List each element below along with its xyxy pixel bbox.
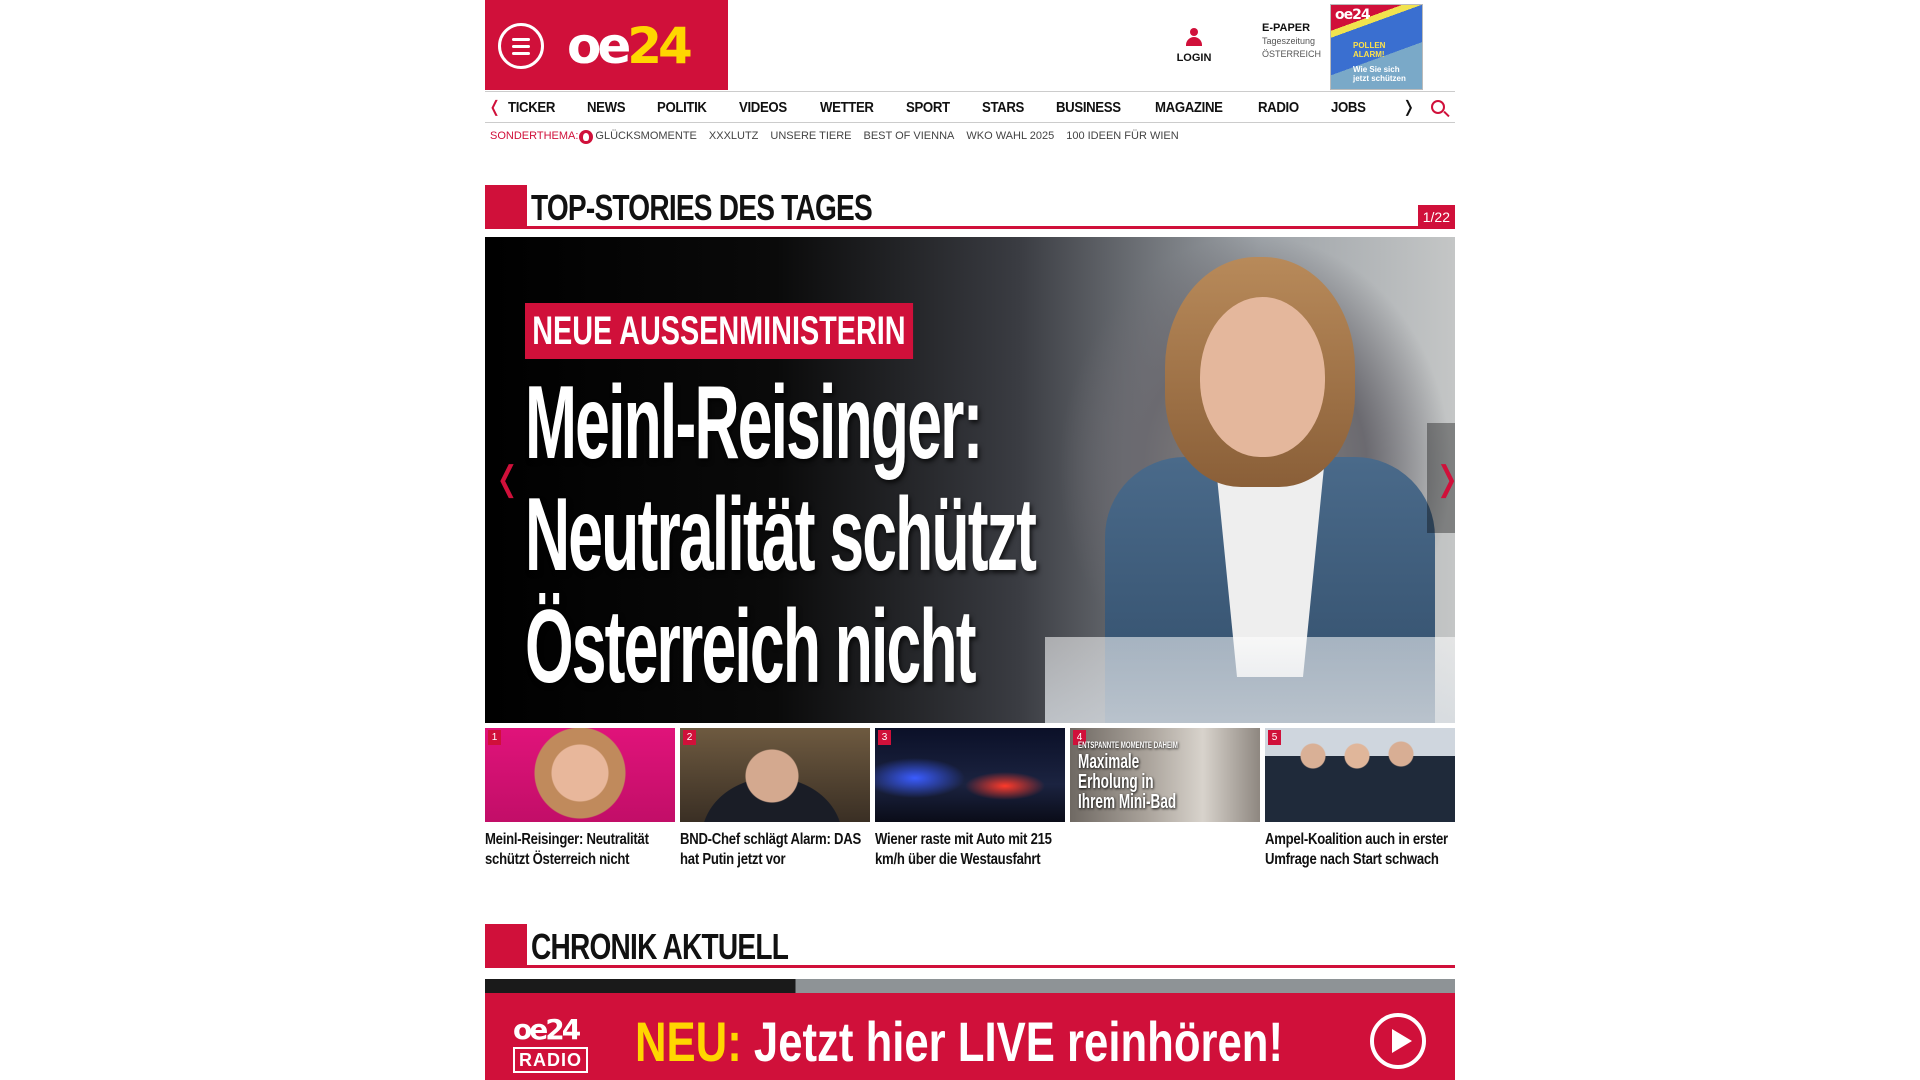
nav-item-politik[interactable]: POLITIK [657, 99, 707, 116]
story-thumb[interactable]: 4 ENTSPANNTE MOMENTE DAHEIM Maximale Erh… [1070, 728, 1260, 830]
nav-next-icon[interactable]: ❭ [1402, 97, 1415, 117]
thumb-overlay-text: ENTSPANNTE MOMENTE DAHEIM Maximale Erhol… [1078, 740, 1178, 813]
epaper-line2: ÖSTERREICH [1262, 49, 1322, 59]
subnav-item-wko-wahl[interactable]: WKO WAHL 2025 [966, 130, 1054, 144]
hero-story[interactable]: NEUE AUSSENMINISTERIN Meinl-Reisinger: N… [485, 237, 1455, 723]
nav-item-ticker[interactable]: TICKER [508, 99, 555, 116]
login-label: LOGIN [1176, 52, 1212, 64]
slide-counter: 1/22 [1417, 205, 1455, 229]
radio-banner-text: NEU: Jetzt hier LIVE reinhören! [635, 1010, 1284, 1073]
chronik-header: CHRONIK AKTUELL [485, 924, 1455, 968]
story-thumb[interactable]: 3 Wiener raste mit Auto mit 215 km/h übe… [875, 728, 1065, 870]
nav-item-sport[interactable]: SPORT [906, 99, 950, 116]
thumb-caption: Meinl-Reisinger: Neutralität schützt Öst… [485, 831, 649, 868]
cover-line2: Wie Sie sich jetzt schützen [1353, 65, 1406, 83]
thumb-number: 1 [488, 730, 501, 745]
section-marker [485, 185, 527, 229]
subnav-item-xxxlutz[interactable]: XXXLUTZ [709, 130, 759, 144]
subnav-item-best-of-vienna[interactable]: BEST OF VIENNA [864, 130, 955, 144]
epaper-cover-image[interactable]: oe24 POLLEN ALARM! Wie Sie sich jetzt sc… [1330, 4, 1423, 90]
subnav-item-gluecksmomente[interactable]: GLÜCKSMOMENTE [595, 130, 696, 144]
radio-logo: oe24 RADIO [513, 1015, 607, 1077]
nav-item-stars[interactable]: STARS [982, 99, 1024, 116]
nav-item-jobs[interactable]: JOBS [1331, 99, 1366, 116]
subnav-item-100-ideen[interactable]: 100 IDEEN FÜR WIEN [1066, 130, 1178, 144]
hero-headline[interactable]: Meinl-Reisinger: Neutralität schützt Öst… [525, 367, 1065, 703]
section-divider [527, 965, 1455, 968]
search-icon[interactable] [1431, 100, 1445, 114]
thumb-caption: Ampel-Koalition auch in erster Umfrage n… [1265, 831, 1448, 868]
section-marker [485, 924, 527, 968]
login-button[interactable]: LOGIN [1169, 28, 1219, 64]
nav-list: TICKER NEWS POLITIK VIDEOS WETTER SPORT … [508, 99, 1396, 116]
thumb-image: 4 ENTSPANNTE MOMENTE DAHEIM Maximale Erh… [1070, 728, 1260, 822]
story-thumb[interactable]: 2 BND-Chef schlägt Alarm: DAS hat Putin … [680, 728, 870, 870]
thumb-caption: Wiener raste mit Auto mit 215 km/h über … [875, 831, 1052, 868]
subnav-lead: SONDERTHEMA: [490, 130, 579, 142]
menu-icon[interactable] [498, 23, 544, 69]
flame-icon [579, 130, 594, 144]
epaper-line1: Tageszeitung [1262, 36, 1316, 46]
section-title: CHRONIK AKTUELL [531, 926, 789, 967]
carousel-next-icon[interactable]: ❭ [1427, 423, 1455, 533]
section-divider [527, 226, 1455, 229]
epaper-title: E-PAPER [1262, 22, 1311, 34]
cover-title: oe24 [1335, 7, 1371, 23]
thumb-image: 2 [680, 728, 870, 822]
nav-item-radio[interactable]: RADIO [1258, 99, 1299, 116]
chronik-image-strip [485, 979, 1455, 993]
user-icon [1185, 28, 1203, 48]
subnav-item-unsere-tiere[interactable]: UNSERE TIERE [770, 130, 851, 144]
hero-headline-line: Neutralität schützt [525, 477, 1037, 593]
story-thumbnails: 1 Meinl-Reisinger: Neutralität schützt Ö… [485, 728, 1455, 893]
story-thumb[interactable]: 1 Meinl-Reisinger: Neutralität schützt Ö… [485, 728, 675, 870]
logo-box[interactable]: oe24 [485, 0, 728, 90]
thumb-image: 5 [1265, 728, 1455, 822]
section-title: TOP-STORIES DES TAGES [531, 187, 873, 228]
epaper-link[interactable]: E-PAPER Tageszeitung ÖSTERREICH [1262, 22, 1322, 61]
story-thumb[interactable]: 5 Ampel-Koalition auch in erster Umfrage… [1265, 728, 1455, 870]
hero-headline-line: Österreich nicht [525, 589, 977, 705]
oe24-logo[interactable]: oe24 [567, 16, 693, 76]
main-nav: ❬ TICKER NEWS POLITIK VIDEOS WETTER SPOR… [485, 91, 1455, 123]
nav-item-news[interactable]: NEWS [587, 99, 626, 116]
carousel-prev-icon[interactable]: ❬ [493, 459, 522, 499]
nav-prev-icon[interactable]: ❬ [488, 97, 501, 117]
top-stories-header: TOP-STORIES DES TAGES 1/22 [485, 185, 1455, 229]
cover-line1: POLLEN ALARM! [1353, 41, 1386, 59]
nav-item-videos[interactable]: VIDEOS [739, 99, 787, 116]
nav-item-wetter[interactable]: WETTER [820, 99, 874, 116]
hero-kicker: NEUE AUSSENMINISTERIN [525, 303, 913, 359]
thumb-image: 3 [875, 728, 1065, 822]
thumb-caption: BND-Chef schlägt Alarm: DAS hat Putin je… [680, 831, 861, 868]
page: oe24 LOGIN E-PAPER Tageszeitung ÖSTERREI… [485, 0, 1455, 1080]
play-icon[interactable] [1370, 1013, 1426, 1069]
sub-nav: SONDERTHEMA: GLÜCKSMOMENTE XXXLUTZ UNSER… [490, 130, 1191, 144]
hero-headline-line: Meinl-Reisinger: [525, 365, 983, 481]
thumb-image: 1 [485, 728, 675, 822]
thumb-number: 3 [878, 730, 891, 745]
nav-item-business[interactable]: BUSINESS [1056, 99, 1121, 116]
radio-banner[interactable]: oe24 RADIO NEU: Jetzt hier LIVE reinhöre… [485, 993, 1455, 1080]
thumb-number: 5 [1268, 730, 1281, 745]
thumb-number: 2 [683, 730, 696, 745]
hero-photo-podium [1045, 637, 1455, 723]
nav-item-magazine[interactable]: MAGAZINE [1155, 99, 1223, 116]
